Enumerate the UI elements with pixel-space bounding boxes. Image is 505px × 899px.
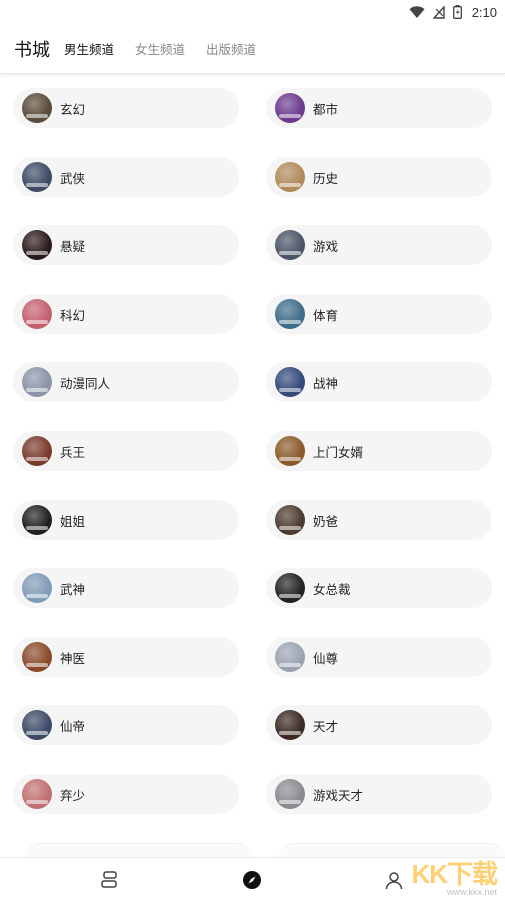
category-label: 天才	[313, 718, 339, 734]
book-cover-image	[275, 710, 305, 740]
category-label: 上门女婿	[313, 444, 364, 460]
category-card[interactable]: 科幻	[13, 294, 239, 334]
category-card[interactable]: 体育	[266, 294, 492, 334]
category-label: 悬疑	[60, 238, 86, 254]
watermark: KK下载 www.kkx.net	[411, 859, 498, 897]
category-card[interactable]: 游戏	[266, 225, 492, 265]
category-label: 神医	[60, 650, 86, 666]
category-card-partial	[279, 843, 505, 857]
category-label: 武神	[60, 581, 86, 597]
category-card[interactable]: 仙尊	[266, 637, 492, 677]
category-card[interactable]: 游戏天才	[266, 774, 492, 814]
book-cover-image	[22, 642, 52, 672]
book-cover-image	[22, 367, 52, 397]
book-cover-image	[22, 436, 52, 466]
header: 书城 男生频道 女生频道 出版频道	[0, 24, 505, 74]
category-card[interactable]: 武神	[13, 568, 239, 608]
book-cover-image	[22, 162, 52, 192]
book-cover-image	[275, 299, 305, 329]
book-cover-image	[22, 779, 52, 809]
battery-icon	[452, 5, 462, 19]
category-label: 科幻	[60, 307, 86, 323]
category-label: 姐姐	[60, 513, 86, 529]
book-cover-image	[22, 710, 52, 740]
category-label: 历史	[313, 170, 339, 186]
watermark-logo: KK下载	[411, 859, 498, 889]
bookshelf-icon[interactable]	[98, 868, 122, 892]
compass-icon[interactable]	[240, 868, 264, 892]
category-label: 仙帝	[60, 718, 86, 734]
tab-male-channel[interactable]: 男生频道	[64, 39, 114, 58]
category-card[interactable]: 仙帝	[13, 705, 239, 745]
category-card[interactable]: 武侠	[13, 157, 239, 197]
category-label: 兵王	[60, 444, 86, 460]
bottom-nav: KK下载 www.kkx.net	[0, 857, 505, 899]
category-card[interactable]: 姐姐	[13, 500, 239, 540]
status-bar: 2:10	[0, 0, 505, 24]
category-label: 武侠	[60, 170, 86, 186]
category-card[interactable]: 女总裁	[266, 568, 492, 608]
category-card[interactable]: 上门女婿	[266, 431, 492, 471]
category-card[interactable]: 历史	[266, 157, 492, 197]
category-label: 都市	[313, 101, 339, 117]
book-cover-image	[275, 642, 305, 672]
category-card[interactable]: 弃少	[13, 774, 239, 814]
book-cover-image	[22, 505, 52, 535]
category-card[interactable]: 奶爸	[266, 500, 492, 540]
book-cover-image	[275, 162, 305, 192]
category-card-partial	[26, 843, 252, 857]
book-cover-image	[275, 436, 305, 466]
signal-icon	[432, 5, 445, 19]
book-cover-image	[275, 367, 305, 397]
category-label: 玄幻	[60, 101, 86, 117]
category-label: 女总裁	[313, 581, 351, 597]
status-time: 2:10	[471, 4, 497, 20]
book-cover-image	[22, 93, 52, 123]
category-card[interactable]: 兵王	[13, 431, 239, 471]
category-label: 动漫同人	[60, 375, 111, 391]
category-card[interactable]: 都市	[266, 88, 492, 128]
category-label: 奶爸	[313, 513, 339, 529]
category-card[interactable]: 天才	[266, 705, 492, 745]
tab-publishing-channel[interactable]: 出版频道	[206, 39, 256, 58]
book-cover-image	[275, 93, 305, 123]
category-card[interactable]: 玄幻	[13, 88, 239, 128]
book-cover-image	[275, 230, 305, 260]
book-cover-image	[22, 573, 52, 603]
book-cover-image	[22, 230, 52, 260]
category-card[interactable]: 战神	[266, 362, 492, 402]
category-label: 战神	[313, 375, 339, 391]
category-label: 体育	[313, 307, 339, 323]
book-cover-image	[22, 299, 52, 329]
category-label: 弃少	[60, 787, 86, 803]
category-card[interactable]: 动漫同人	[13, 362, 239, 402]
category-card[interactable]: 神医	[13, 637, 239, 677]
tab-female-channel[interactable]: 女生频道	[135, 39, 185, 58]
book-cover-image	[275, 573, 305, 603]
profile-icon[interactable]	[382, 868, 406, 892]
book-cover-image	[275, 779, 305, 809]
wifi-icon	[409, 5, 425, 19]
category-label: 游戏天才	[313, 787, 364, 803]
category-label: 游戏	[313, 238, 339, 254]
page-title: 书城	[14, 39, 50, 61]
category-card[interactable]: 悬疑	[13, 225, 239, 265]
book-cover-image	[275, 505, 305, 535]
category-label: 仙尊	[313, 650, 339, 666]
